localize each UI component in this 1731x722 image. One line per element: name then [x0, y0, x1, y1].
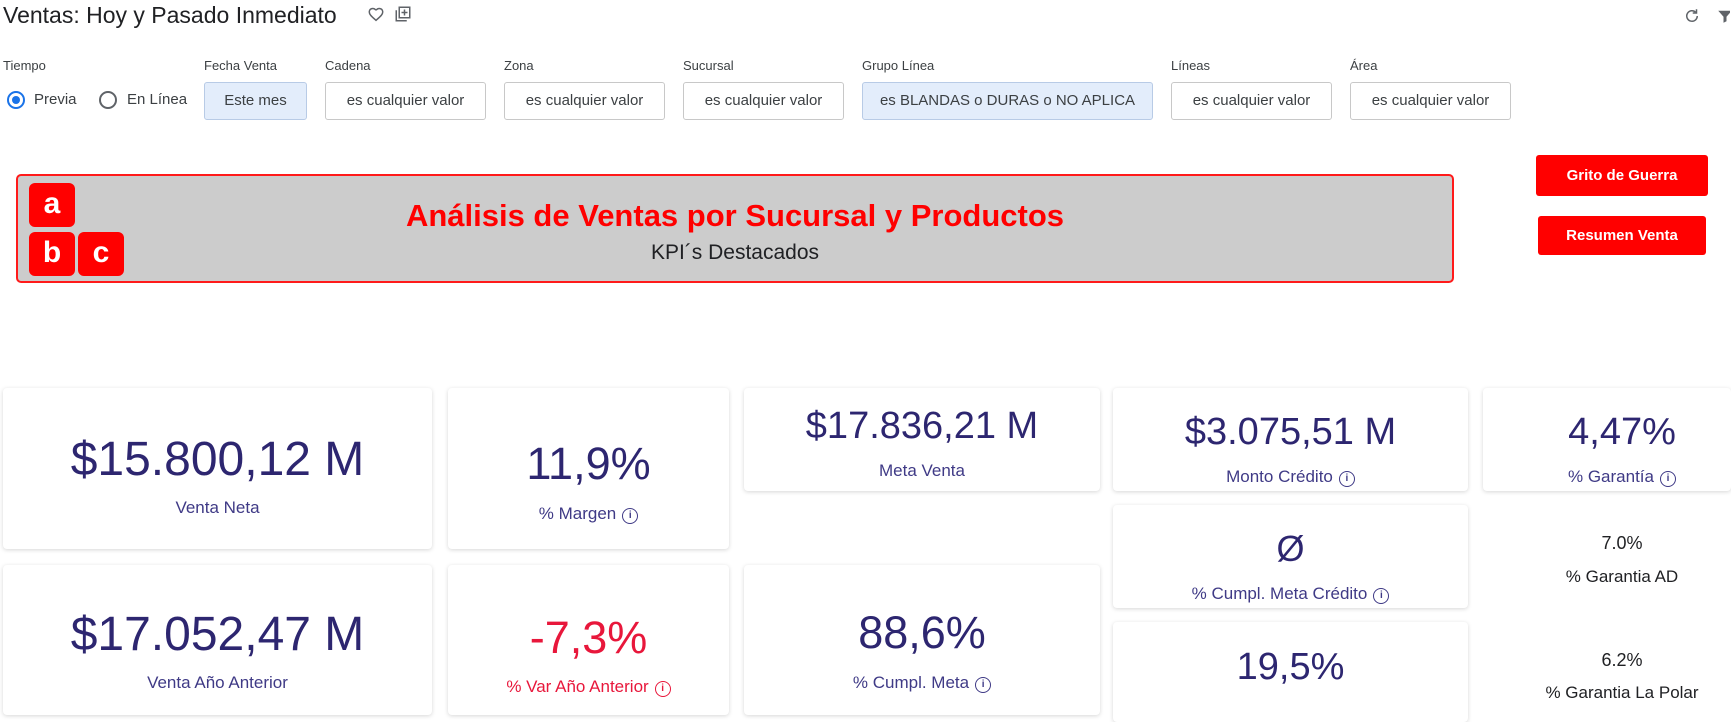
kpi-label: % Garantía	[1568, 467, 1654, 486]
kpi-value: 11,9%	[526, 438, 651, 489]
filter-label-tiempo: Tiempo	[3, 58, 46, 73]
copy-icon[interactable]	[394, 5, 412, 23]
banner-title: Análisis de Ventas por Sucursal y Produc…	[405, 198, 1065, 233]
garantia-ad-value: 7.0%	[1601, 533, 1643, 553]
filter-label-sucursal: Sucursal	[683, 58, 734, 73]
radio-en-linea[interactable]	[99, 91, 117, 109]
kpi-value: 88,6%	[858, 607, 986, 658]
sucursal-filter[interactable]: es cualquier valor	[683, 82, 844, 120]
garantia-la-polar-value: 6.2%	[1601, 650, 1643, 670]
refresh-icon[interactable]	[1683, 7, 1701, 25]
kpi-value: $17.052,47 M	[70, 608, 365, 661]
filter-label-area: Área	[1350, 58, 1378, 73]
kpi-card-var-anio-anterior: -7,3% % Var Año Anterior i	[448, 565, 729, 715]
kpi-label: % Margen	[538, 504, 617, 523]
kpi-label-row: % Cumpl. Meta i	[744, 673, 1100, 693]
kpi-value: $15.800,12 M	[70, 433, 365, 486]
cadena-filter[interactable]: es cualquier valor	[325, 82, 486, 120]
radio-previa[interactable]	[7, 91, 25, 109]
info-icon[interactable]: i	[654, 681, 671, 697]
filter-label-cadena: Cadena	[325, 58, 371, 73]
filter-icon[interactable]	[1716, 7, 1730, 25]
kpi-value: Ø	[1276, 528, 1305, 569]
filter-label-zona: Zona	[504, 58, 534, 73]
kpi-label: % Var Año Anterior	[506, 677, 649, 696]
zona-filter[interactable]: es cualquier valor	[504, 82, 665, 120]
filter-label-lineas: Líneas	[1171, 58, 1211, 73]
kpi-value: 19,5%	[1236, 646, 1345, 688]
kpi-value: 4,47%	[1568, 411, 1676, 453]
kpi-card-bottom: 19,5%	[1113, 622, 1468, 722]
radio-label-en-linea: En Línea	[127, 91, 188, 108]
info-icon[interactable]: i	[1338, 471, 1355, 487]
kpi-label: Monto Crédito	[1226, 467, 1333, 486]
kpi-card-venta-anio-anterior: $17.052,47 M Venta Año Anterior	[3, 565, 432, 715]
grupo-linea-filter[interactable]: es BLANDAS o DURAS o NO APLICA	[862, 82, 1153, 120]
kpi-card-garantia: 4,47% % Garantía i	[1483, 388, 1731, 491]
kpi-value: $17.836,21 M	[805, 405, 1039, 447]
kpi-label-row: % Cumpl. Meta Crédito i	[1113, 584, 1468, 604]
lineas-filter[interactable]: es cualquier valor	[1171, 82, 1332, 120]
kpi-card-margen: 11,9% % Margen i	[448, 388, 729, 549]
filter-label-fecha-venta: Fecha Venta	[204, 58, 277, 73]
kpi-label-row: % Garantía i	[1483, 467, 1731, 487]
info-icon[interactable]: i	[622, 508, 639, 524]
page-title: Ventas: Hoy y Pasado Inmediato	[3, 2, 337, 28]
kpi-label: % Cumpl. Meta Crédito	[1191, 584, 1368, 603]
kpi-label-row: % Var Año Anterior i	[448, 677, 729, 697]
filter-label-grupo-linea: Grupo Línea	[862, 58, 935, 73]
kpi-value: -7,3%	[529, 612, 648, 663]
banner-subtitle: KPI´s Destacados	[650, 241, 820, 264]
kpi-label: Venta Neta	[175, 498, 260, 517]
kpi-card-monto-credito: $3.075,51 M Monto Crédito i	[1113, 388, 1468, 491]
kpi-label-row: % Margen i	[448, 504, 729, 524]
radio-label-previa: Previa	[34, 91, 77, 108]
garantia-la-polar-label: % Garantia La Polar	[1545, 683, 1699, 702]
kpi-label: Meta Venta	[878, 461, 965, 480]
kpi-label: % Cumpl. Meta	[852, 673, 970, 692]
kpi-label-row: Monto Crédito i	[1113, 467, 1468, 487]
info-icon[interactable]: i	[1660, 471, 1676, 487]
resumen-venta-button[interactable]: Resumen Venta	[1538, 216, 1706, 255]
kpi-card-venta-neta: $15.800,12 M Venta Neta	[3, 388, 432, 549]
heart-icon[interactable]	[367, 5, 385, 23]
fecha-venta-filter[interactable]: Este mes	[204, 82, 307, 120]
kpi-value: $3.075,51 M	[1184, 411, 1397, 453]
header-banner: a b c Análisis de Ventas por Sucursal y …	[16, 174, 1454, 283]
kpi-card-cumpl-meta-credito: Ø % Cumpl. Meta Crédito i	[1113, 505, 1468, 608]
info-icon[interactable]: i	[975, 677, 992, 693]
grito-de-guerra-button[interactable]: Grito de Guerra	[1536, 155, 1708, 196]
kpi-card-cumpl-meta: 88,6% % Cumpl. Meta i	[744, 565, 1100, 715]
kpi-label: Venta Año Anterior	[147, 673, 288, 692]
kpi-card-meta-venta: $17.836,21 M Meta Venta	[744, 388, 1100, 491]
info-icon[interactable]: i	[1373, 588, 1390, 604]
area-filter[interactable]: es cualquier valor	[1350, 82, 1511, 120]
garantia-ad-label: % Garantia AD	[1565, 567, 1679, 586]
